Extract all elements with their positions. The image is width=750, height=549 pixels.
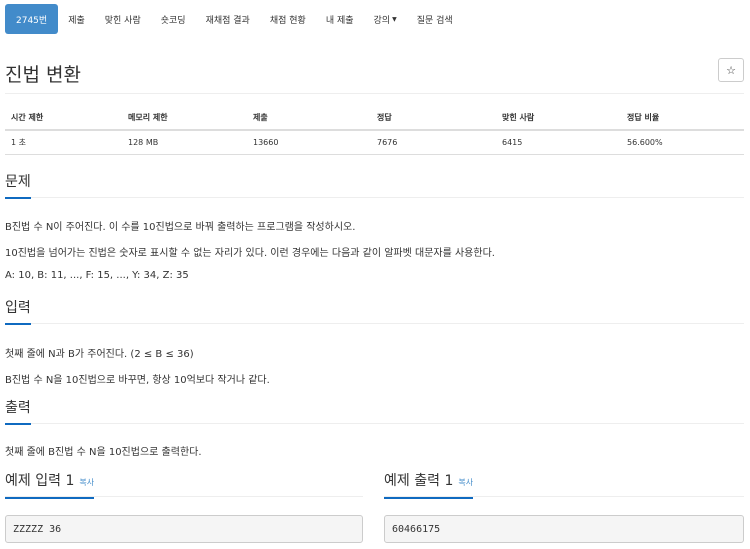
input-text-line: 첫째 줄에 N과 B가 주어진다. (2 ≤ B ≤ 36) (5, 349, 194, 360)
sample-output-header: 예제 출력 1 복사 (384, 473, 744, 499)
sample-input-copy-link[interactable]: 복사 (79, 478, 94, 487)
value-accept-ratio: 56.600% (621, 130, 744, 155)
tab-rejudge-results[interactable]: 재채점 결과 (196, 4, 260, 34)
value-time-limit: 1 초 (5, 130, 122, 155)
header-accepted: 정답 (371, 106, 496, 131)
sample-output-box[interactable]: 60466175 (384, 515, 744, 543)
title-row: 진법 변환 ☆ (5, 58, 744, 94)
output-text-line: 첫째 줄에 B진법 수 N을 10진법으로 출력한다. (5, 447, 202, 458)
caret-down-icon: ▼ (392, 15, 397, 23)
output-section-title: 출력 (5, 400, 31, 425)
input-section-header: 입력 (5, 300, 744, 325)
sample-input-box[interactable]: ZZZZZ 36 (5, 515, 363, 543)
problem-info-table: 시간 제한 메모리 제한 제출 정답 맞힌 사람 정답 비율 1 초 128 M… (5, 106, 744, 155)
tab-lectures-label: 강의 (373, 15, 391, 26)
tab-problem-number[interactable]: 2745번 (5, 4, 59, 34)
tab-question-search[interactable]: 질문 검색 (407, 4, 463, 34)
problem-section-title: 문제 (5, 174, 31, 199)
problem-text-line: A: 10, B: 11, ..., F: 15, ..., Y: 34, Z:… (5, 270, 189, 281)
value-memory-limit: 128 MB (122, 130, 247, 155)
value-solved-users: 6415 (496, 130, 621, 155)
input-section-title: 입력 (5, 300, 31, 325)
header-submissions: 제출 (247, 106, 371, 131)
problem-section-header: 문제 (5, 174, 744, 199)
tab-my-submissions[interactable]: 내 제출 (316, 4, 364, 34)
problem-text-line: B진법 수 N이 주어진다. 이 수를 10진법으로 바꿔 출력하는 프로그램을… (5, 222, 356, 233)
page-title: 진법 변환 (5, 64, 81, 86)
sample-input-title-text: 예제 입력 (5, 473, 61, 489)
sample-output-title-text: 예제 출력 (384, 473, 440, 489)
header-solved-users: 맞힌 사람 (496, 106, 621, 131)
star-icon: ☆ (726, 64, 736, 77)
sample-output-copy-link[interactable]: 복사 (458, 478, 473, 487)
sample-input-number: 1 (65, 473, 75, 489)
sample-input-header: 예제 입력 1 복사 (5, 473, 363, 499)
header-memory-limit: 메모리 제한 (122, 106, 247, 131)
table-header-row: 시간 제한 메모리 제한 제출 정답 맞힌 사람 정답 비율 (5, 106, 744, 131)
problem-nav-tabs: 2745번 제출 맞힌 사람 숏코딩 재채점 결과 채점 현황 내 제출 강의 ▼… (5, 4, 463, 34)
tab-lectures-dropdown[interactable]: 강의 ▼ (364, 4, 407, 34)
sample-output-number: 1 (444, 473, 454, 489)
input-text-line: B진법 수 N을 10진법으로 바꾸면, 항상 10억보다 작거나 같다. (5, 375, 270, 386)
tab-submit[interactable]: 제출 (58, 4, 95, 34)
star-button[interactable]: ☆ (718, 58, 744, 82)
sample-output-title: 예제 출력 1 복사 (384, 473, 474, 499)
tab-short-coding[interactable]: 숏코딩 (151, 4, 196, 34)
tab-solved-users[interactable]: 맞힌 사람 (95, 4, 151, 34)
output-section-header: 출력 (5, 400, 744, 425)
sample-input-title: 예제 입력 1 복사 (5, 473, 95, 499)
value-submissions: 13660 (247, 130, 371, 155)
problem-text-line: 10진법을 넘어가는 진법은 숫자로 표시할 수 없는 자리가 있다. 이런 경… (5, 248, 495, 259)
header-time-limit: 시간 제한 (5, 106, 122, 131)
table-row: 1 초 128 MB 13660 7676 6415 56.600% (5, 130, 744, 155)
tab-judge-status[interactable]: 채점 현황 (260, 4, 316, 34)
header-accept-ratio: 정답 비율 (621, 106, 744, 131)
value-accepted: 7676 (371, 130, 496, 155)
